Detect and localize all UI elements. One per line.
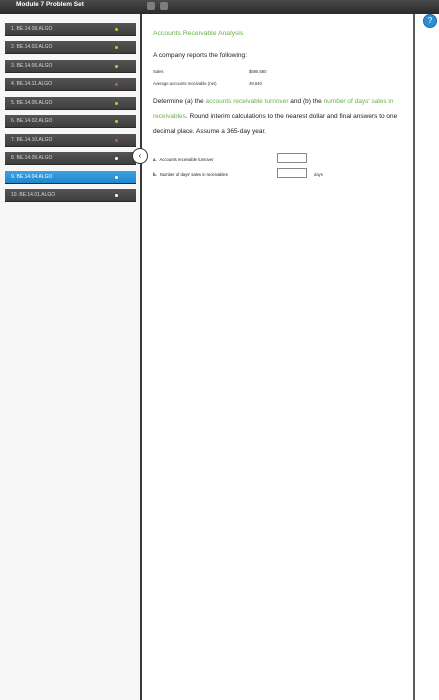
question-text: Number of days' sales in receivables [159,172,228,177]
answer-input-turnover[interactable] [277,153,307,163]
status-dot [115,28,118,31]
problem-item-label: 3. BE.14.06.ALGO [11,63,53,69]
status-dot [115,65,118,68]
status-dot [115,157,118,160]
answer-input-days[interactable] [277,168,307,178]
problem-nav-panel: 1. BE.14.08.ALGO 2. BE.14.03.ALGO 3. BE.… [0,14,142,700]
question-letter: b. [153,172,157,177]
options-icon[interactable] [160,2,168,10]
term-link-turnover[interactable]: accounts receivable turnover [205,98,288,105]
problem-item-5[interactable]: 5. BE.14.05.ALGO [5,97,136,110]
problem-item-label: 8. BE.14.09.ALGO [11,155,53,161]
instruction-text: Determine (a) the accounts receivable tu… [153,94,415,139]
table-value-receivable: 49,640 [249,81,262,86]
problem-item-8[interactable]: 8. BE.14.09.ALGO [5,152,136,165]
status-dot [115,120,118,123]
status-dot [115,102,118,105]
problem-item-4[interactable]: 4. BE.14.11.ALGO [5,78,136,91]
problem-item-label: 2. BE.14.03.ALGO [11,44,53,50]
module-title: Module 7 Problem Set [16,1,84,8]
table-label-receivable: Average accounts receivable (net) [153,81,217,86]
problem-item-1[interactable]: 1. BE.14.08.ALGO [5,23,136,36]
right-margin [415,28,439,700]
problem-item-9[interactable]: 9. BE.14.04.ALGO [5,171,136,184]
status-dot [115,46,118,49]
chevron-left-icon[interactable]: ‹ [132,148,148,164]
problem-item-7[interactable]: 7. BE.14.10.ALGO [5,134,136,147]
help-icon[interactable]: ? [423,14,437,28]
problem-item-6[interactable]: 6. BE.14.02.ALGO [5,115,136,128]
problem-item-2[interactable]: 2. BE.14.03.ALGO [5,41,136,54]
problem-item-10[interactable]: 10. BE.14.01.ALGO [5,189,136,202]
top-bar: Module 7 Problem Set [0,0,439,14]
status-dot [115,194,118,197]
intro-text: A company reports the following: [153,52,247,59]
instruction-part: and (b) the [288,98,324,105]
page-title: Accounts Receivable Analysis [153,30,244,37]
problem-item-label: 7. BE.14.10.ALGO [11,137,53,143]
table-label-sales: Sales [153,69,164,74]
problem-item-3[interactable]: 3. BE.14.06.ALGO [5,60,136,73]
days-unit: days [314,172,323,177]
question-b-label: b. Number of days' sales in receivables [153,172,228,177]
problem-item-label: 4. BE.14.11.ALGO [11,81,53,87]
status-dot [115,83,118,86]
status-dot [115,139,118,142]
table-value-sales: $595,680 [249,69,267,74]
problem-item-label: 10. BE.14.01.ALGO [11,192,56,198]
window-icon[interactable] [147,2,155,10]
question-a-label: a. Accounts receivable turnover [153,157,214,162]
question-text: Accounts receivable turnover [159,157,214,162]
instruction-part: . Round interim calculations to the near… [153,113,398,135]
question-letter: a. [153,157,157,162]
problem-item-label: 9. BE.14.04.ALGO [11,174,53,180]
instruction-part: Determine (a) the [153,98,206,105]
problem-item-label: 6. BE.14.02.ALGO [11,118,53,124]
problem-item-label: 5. BE.14.05.ALGO [11,100,53,106]
problem-item-label: 1. BE.14.08.ALGO [11,26,53,32]
status-dot [115,176,118,179]
